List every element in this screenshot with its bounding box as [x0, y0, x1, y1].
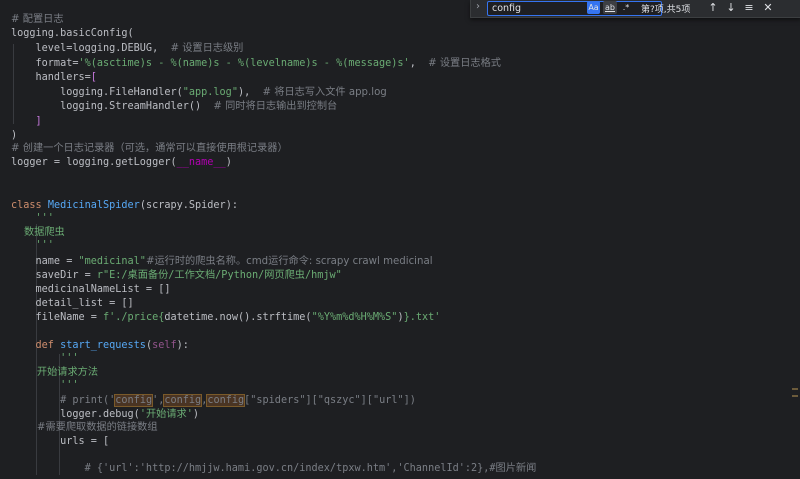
code-text: datetime.now().strftime( [164, 312, 312, 323]
code-text: ) [192, 409, 199, 420]
code-line: fileName = f'./price{datetime.now().strf… [11, 308, 441, 328]
chevron-right-icon[interactable]: › [476, 1, 480, 12]
class-name: MedicinalSpider [47, 200, 140, 211]
search-input[interactable] [487, 1, 662, 16]
arrow-down-icon[interactable]: ↓ [724, 0, 738, 16]
code-text: urls = [ [11, 436, 110, 447]
docstring: ''' [11, 240, 54, 251]
code-text: , [409, 58, 429, 69]
docstring: ''' [11, 380, 79, 391]
scroll-match-marker [792, 388, 798, 390]
whole-word-toggle[interactable]: ab [603, 1, 617, 14]
whole-word-label: ab [605, 3, 615, 12]
regex-label: .* [622, 3, 630, 12]
comment: # 设置日志级别 [170, 43, 244, 54]
search-match[interactable]: config [206, 394, 246, 407]
regex-toggle[interactable]: .* [620, 1, 632, 14]
fstring: f'./price{ [103, 312, 165, 323]
match-case-toggle[interactable]: Aa [587, 1, 600, 14]
match-count: 第?项,共5项 [641, 5, 691, 15]
bracket: [ [90, 72, 97, 83]
code-text: logger = logging.getLogger( [11, 157, 177, 168]
string-literal: '%(asctime)s - %(name)s - %(levelname)s … [78, 58, 410, 69]
code-text: logging.basicConfig( [11, 28, 134, 39]
code-text: fileName = [11, 312, 104, 323]
close-icon[interactable]: ✕ [761, 0, 775, 16]
code-text: logging.StreamHandler() [11, 101, 214, 112]
comment: # 同时将日志输出到控制台 [213, 101, 338, 112]
code-line: logging.StreamHandler() # 同时将日志输出到控制台 [11, 97, 337, 117]
code-text: ) [225, 157, 232, 168]
comment: ["spiders"]["qszyc"]["url"]) [244, 395, 416, 406]
dunder-name: __name__ [176, 157, 226, 168]
code-editor[interactable]: # 配置日志 logging.basicConfig( level=loggin… [0, 0, 800, 475]
code-line: logger = logging.getLogger(__name__) [11, 153, 232, 173]
arrow-up-icon[interactable]: ↑ [706, 0, 720, 16]
code-text: ): [176, 340, 189, 351]
comment: # 设置日志格式 [428, 58, 501, 69]
code-line: urls = [ [11, 432, 109, 452]
code-text: level=logging.DEBUG, [11, 43, 171, 54]
find-bar: › Aa ab ab .* 第?项,共5项 ↑ ↓ ≡ ✕ [470, 0, 800, 18]
code-text: handlers= [11, 72, 91, 83]
code-text: (scrapy.Spider): [139, 200, 238, 211]
scroll-match-marker [792, 395, 798, 397]
select-all-icon[interactable]: ≡ [742, 0, 756, 16]
string-literal: "%Y%m%d%H%M%S" [311, 312, 398, 323]
fstring: }.txt' [403, 312, 441, 323]
scrollbar[interactable] [792, 20, 798, 460]
code-line: # {'url':'http://hmjjw.hami.gov.cn/index… [11, 459, 537, 479]
self-param: self [152, 340, 177, 351]
comment: # {'url':'http://hmjjw.hami.gov.cn/index… [11, 463, 537, 474]
